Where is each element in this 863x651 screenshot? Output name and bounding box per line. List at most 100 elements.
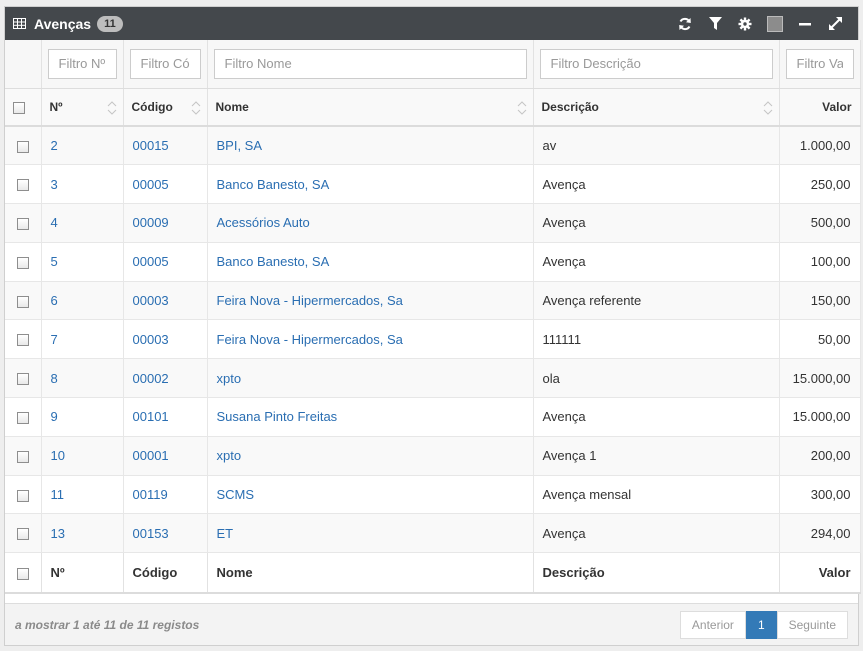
row-descricao: Avença mensal <box>533 475 780 515</box>
row-checkbox[interactable] <box>16 179 29 192</box>
row-checkbox-cell <box>5 242 42 282</box>
row-valor: 500,00 <box>779 203 861 243</box>
row-codigo[interactable]: 00005 <box>123 242 208 282</box>
refresh-button[interactable] <box>670 7 700 40</box>
row-nome[interactable]: Feira Nova - Hipermercados, Sa <box>207 319 534 360</box>
prev-page-button[interactable]: Anterior <box>679 610 746 639</box>
fullscreen-button[interactable] <box>820 7 850 40</box>
table-row[interactable]: 2 00015 BPI, SA av 1.000,00 <box>5 126 861 166</box>
row-numero[interactable]: 3 <box>41 164 124 205</box>
row-nome[interactable]: xpto <box>207 358 534 399</box>
row-checkbox[interactable] <box>16 218 29 231</box>
row-codigo[interactable]: 00119 <box>123 475 208 515</box>
row-checkbox-cell <box>5 164 42 205</box>
row-checkbox-cell <box>5 513 42 554</box>
header-row: Nº Código Nome Descrição Valor <box>5 88 861 127</box>
table-row[interactable]: 13 00153 ET Avença 294,00 <box>5 513 861 554</box>
row-checkbox[interactable] <box>16 334 29 347</box>
row-nome[interactable]: xpto <box>207 436 534 476</box>
avencas-widget: Avenças 11 Filtro Nº Filtro Código Filtr… <box>4 6 861 646</box>
table-row[interactable]: 4 00009 Acessórios Auto Avença 500,00 <box>5 203 861 243</box>
row-numero[interactable]: 11 <box>41 475 124 515</box>
page-1-button[interactable]: 1 <box>745 610 777 639</box>
row-codigo[interactable]: 00003 <box>123 281 208 321</box>
row-numero[interactable]: 9 <box>41 397 124 437</box>
column-header-nome-label: Nome <box>215 99 249 114</box>
row-nome[interactable]: SCMS <box>207 475 534 515</box>
row-descricao: Avença 1 <box>533 436 780 476</box>
footer-column-codigo: Código <box>123 552 208 594</box>
row-numero[interactable]: 8 <box>41 358 124 399</box>
row-nome[interactable]: Banco Banesto, SA <box>207 164 534 205</box>
column-header-nome[interactable]: Nome <box>207 88 534 127</box>
row-codigo[interactable]: 00001 <box>123 436 208 476</box>
row-descricao: Avença referente <box>533 281 780 321</box>
filter-cell-nome <box>207 40 534 89</box>
row-checkbox[interactable] <box>16 489 29 502</box>
sort-icon <box>191 100 200 115</box>
row-checkbox[interactable] <box>16 450 29 463</box>
table-row[interactable]: 9 00101 Susana Pinto Freitas Avença 15.000,0… <box>5 397 861 437</box>
row-numero[interactable]: 13 <box>41 513 124 554</box>
row-nome[interactable]: Susana Pinto Freitas <box>207 397 534 437</box>
table-row[interactable]: 6 00003 Feira Nova - Hipermercados, Sa Aven… <box>5 281 861 321</box>
table-body: 2 00015 BPI, SA av 1.000,00 3 00005 Banco Banes… <box>5 126 861 554</box>
column-header-codigo[interactable]: Código <box>123 88 208 127</box>
table-row[interactable]: 8 00002 xpto ola 15.000,00 <box>5 358 861 399</box>
filter-numero-input[interactable] <box>47 48 117 79</box>
row-numero[interactable]: 5 <box>41 242 124 282</box>
row-codigo[interactable]: 00015 <box>123 126 208 166</box>
row-codigo[interactable]: 00005 <box>123 164 208 205</box>
color-picker-button[interactable] <box>760 7 790 40</box>
row-checkbox[interactable] <box>16 528 29 541</box>
row-numero[interactable]: 4 <box>41 203 124 243</box>
expand-icon <box>828 17 842 30</box>
minimize-button[interactable] <box>790 7 820 40</box>
row-numero[interactable]: 2 <box>41 126 124 166</box>
row-checkbox[interactable] <box>16 295 29 308</box>
settings-button[interactable] <box>730 7 760 40</box>
row-numero[interactable]: 10 <box>41 436 124 476</box>
widget-toolbar <box>670 7 850 40</box>
select-all-checkbox[interactable] <box>13 101 25 114</box>
next-page-button[interactable]: Seguinte <box>776 610 848 639</box>
widget-title: Avenças <box>34 15 92 32</box>
row-codigo[interactable]: 00003 <box>123 319 208 360</box>
row-numero[interactable]: 7 <box>41 319 124 360</box>
column-header-descricao[interactable]: Descrição <box>533 88 780 127</box>
row-checkbox[interactable] <box>16 256 29 269</box>
table-row[interactable]: 11 00119 SCMS Avença mensal 300,00 <box>5 475 861 515</box>
widget-footer: a mostrar 1 até 11 de 11 registos Anteri… <box>5 603 858 645</box>
row-numero[interactable]: 6 <box>41 281 124 321</box>
row-nome[interactable]: Banco Banesto, SA <box>207 242 534 282</box>
table-row[interactable]: 10 00001 xpto Avença 1 200,00 <box>5 436 861 476</box>
row-codigo[interactable]: 00153 <box>123 513 208 554</box>
row-checkbox[interactable] <box>16 412 29 425</box>
filter-nome-input[interactable] <box>213 48 527 79</box>
column-header-valor[interactable]: Valor <box>779 88 861 127</box>
filter-codigo-input[interactable] <box>129 48 201 79</box>
row-valor: 100,00 <box>779 242 861 282</box>
row-checkbox[interactable] <box>16 140 29 153</box>
row-nome[interactable]: Acessórios Auto <box>207 203 534 243</box>
row-checkbox-cell <box>5 203 42 243</box>
footer-select-cell <box>5 552 42 594</box>
table-row[interactable]: 5 00005 Banco Banesto, SA Avença 100,00 <box>5 242 861 282</box>
count-badge: 11 <box>97 15 123 32</box>
row-codigo[interactable]: 00101 <box>123 397 208 437</box>
row-codigo[interactable]: 00009 <box>123 203 208 243</box>
footer-select-checkbox[interactable] <box>16 567 29 580</box>
table-row[interactable]: 3 00005 Banco Banesto, SA Avença 250,00 <box>5 164 861 205</box>
row-nome[interactable]: Feira Nova - Hipermercados, Sa <box>207 281 534 321</box>
filter-icon <box>708 17 722 30</box>
gear-icon <box>738 17 752 30</box>
row-checkbox[interactable] <box>16 373 29 386</box>
column-header-numero[interactable]: Nº <box>41 88 124 127</box>
table-row[interactable]: 7 00003 Feira Nova - Hipermercados, Sa 1111… <box>5 319 861 360</box>
row-nome[interactable]: ET <box>207 513 534 554</box>
filter-valor-input[interactable] <box>785 48 854 79</box>
row-codigo[interactable]: 00002 <box>123 358 208 399</box>
row-nome[interactable]: BPI, SA <box>207 126 534 166</box>
filter-button[interactable] <box>700 7 730 40</box>
filter-descricao-input[interactable] <box>539 48 773 79</box>
